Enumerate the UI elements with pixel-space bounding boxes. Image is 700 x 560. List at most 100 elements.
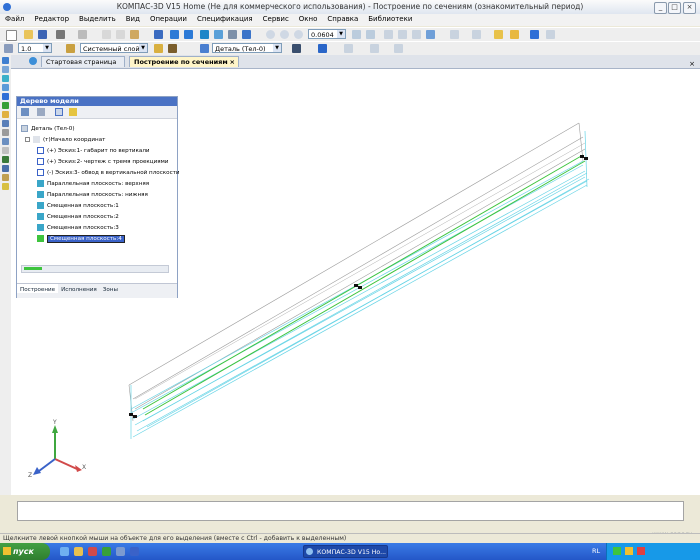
quicklaunch-desktop-icon[interactable] (116, 547, 125, 556)
layer-state-icon[interactable] (154, 44, 163, 53)
menu-item-service[interactable]: Сервис (258, 14, 294, 23)
close-button[interactable]: × (683, 2, 696, 14)
move-handle-icon[interactable] (4, 44, 13, 53)
chevron-down-icon[interactable]: ▼ (43, 44, 51, 52)
tab-zones[interactable]: Зоны (100, 284, 121, 293)
maximize-button[interactable]: □ (668, 2, 681, 14)
print-icon[interactable] (56, 30, 65, 39)
tray-icon-3[interactable] (637, 547, 645, 555)
tree-item-plane-top[interactable]: Параллельная плоскость: верхняя (37, 179, 149, 189)
properties-icon[interactable] (154, 30, 163, 39)
menu-item-specification[interactable]: Спецификация (192, 14, 258, 23)
tree-order-icon[interactable] (37, 108, 45, 116)
layer-icon[interactable] (66, 44, 75, 53)
viewport-close-icon[interactable]: × (688, 60, 696, 68)
copy-icon[interactable] (116, 30, 125, 39)
tree-item-sketch-1[interactable]: (+) Эскиз:1- габарит по вертикали (37, 146, 150, 156)
section-icon[interactable] (494, 30, 503, 39)
pan-icon[interactable] (366, 30, 375, 39)
folder-icon[interactable] (510, 30, 519, 39)
menu-item-window[interactable]: Окно (294, 14, 323, 23)
curves-icon[interactable] (2, 75, 9, 82)
filter-icon[interactable] (472, 30, 481, 39)
calculator-icon[interactable] (546, 30, 555, 39)
orientation-icon[interactable] (384, 30, 393, 39)
wireframe-icon[interactable] (398, 30, 407, 39)
weld-icon[interactable] (2, 174, 9, 181)
surfaces-icon[interactable] (2, 84, 9, 91)
zoom-value-field[interactable]: 0.0604 ▼ (308, 29, 346, 39)
cut-icon[interactable] (102, 30, 111, 39)
elements-icon[interactable] (2, 147, 9, 154)
tree-item-origin[interactable]: (т)Начало координат (25, 135, 105, 145)
shaded-icon[interactable] (426, 30, 435, 39)
tab-start-page[interactable]: Стартовая страница (41, 56, 125, 67)
redo-icon[interactable] (184, 30, 193, 39)
menu-item-file[interactable]: Файл (0, 14, 29, 23)
quicklaunch-app-icon[interactable] (102, 547, 111, 556)
language-indicator[interactable]: RL (592, 547, 600, 555)
minimize-button[interactable]: _ (654, 2, 667, 14)
dimensions-icon[interactable] (2, 156, 9, 163)
tree-item-plane-bottom[interactable]: Параллельная плоскость: нижняя (37, 190, 148, 200)
chevron-down-icon[interactable]: ▼ (337, 30, 345, 38)
tree-item-offset-plane-2[interactable]: Смещенная плоскость:2 (37, 212, 119, 222)
close-tab-icon[interactable]: × (230, 57, 235, 68)
tree-item-offset-plane-4[interactable]: Смещенная плоскость:4 (37, 234, 125, 244)
open-file-icon[interactable] (24, 30, 33, 39)
tree-item-offset-plane-3[interactable]: Смещенная плоскость:3 (37, 223, 119, 233)
edit-part-icon[interactable] (2, 57, 9, 64)
part-icon[interactable] (200, 44, 209, 53)
menu-item-libraries[interactable]: Библиотеки (363, 14, 417, 23)
layer-select[interactable]: Системный слой (0)▼ (80, 43, 148, 63)
preview-icon[interactable] (78, 30, 87, 39)
quicklaunch-folder-icon[interactable] (74, 547, 83, 556)
tree-view-icon[interactable] (69, 108, 77, 116)
expand-icon[interactable] (25, 137, 30, 142)
line-style-icon[interactable] (344, 44, 353, 53)
new-file-icon[interactable] (6, 30, 17, 41)
sketch-icon[interactable] (2, 66, 9, 73)
arrays-icon[interactable] (2, 93, 9, 100)
scrollbar-thumb[interactable] (24, 267, 42, 270)
paste-icon[interactable] (130, 30, 139, 39)
tree-horizontal-scrollbar[interactable] (21, 265, 169, 273)
library-icon[interactable] (228, 30, 237, 39)
tree-mode-icon[interactable] (55, 108, 63, 116)
tab-construction[interactable]: Построение (17, 284, 59, 293)
tree-sort-icon[interactable] (21, 108, 29, 116)
chevron-down-icon[interactable]: ▼ (139, 44, 147, 52)
tray-icon-1[interactable] (613, 547, 621, 555)
quicklaunch-ie-icon[interactable] (60, 547, 69, 556)
aux-geometry-icon[interactable] (2, 102, 9, 109)
tray-icon-2[interactable] (625, 547, 633, 555)
measure-icon[interactable] (2, 111, 9, 118)
zoom-window-icon[interactable] (280, 30, 289, 39)
color-icon[interactable] (168, 44, 177, 53)
display-icon[interactable] (394, 44, 403, 53)
save-file-icon[interactable] (38, 30, 47, 39)
material-icon[interactable] (318, 44, 327, 53)
eraser-icon[interactable] (370, 44, 379, 53)
quicklaunch-media-icon[interactable] (88, 547, 97, 556)
part-select[interactable]: Деталь (Тел-0) ▼ (212, 43, 282, 53)
menu-item-help[interactable]: Справка (322, 14, 363, 23)
tree-item-part[interactable]: Деталь (Тел-0) (21, 124, 75, 134)
tree-item-sketch-2[interactable]: (+) Эскиз:2- чертеж с тремя проекциями (37, 157, 168, 167)
perspective-icon[interactable] (450, 30, 459, 39)
reports-icon[interactable] (2, 138, 9, 145)
menu-item-select[interactable]: Выделить (74, 14, 121, 23)
menu-item-view[interactable]: Вид (121, 14, 145, 23)
chevron-down-icon[interactable]: ▼ (273, 44, 281, 52)
zoom-out-icon[interactable] (294, 30, 303, 39)
tree-item-offset-plane-1[interactable]: Смещенная плоскость:1 (37, 201, 119, 211)
filter-objects-icon[interactable] (2, 120, 9, 127)
quicklaunch-kompas-icon[interactable] (130, 547, 139, 556)
pipe-icon[interactable] (2, 183, 9, 190)
rotate-icon[interactable] (352, 30, 361, 39)
tools-icon[interactable] (530, 30, 539, 39)
line-width-select[interactable]: 1.0 ▼ (18, 43, 52, 53)
appearance-icon[interactable] (292, 44, 301, 53)
undo-icon[interactable] (170, 30, 179, 39)
taskbar-app-kompas[interactable]: КОМПАС-3D V15 Ho... (303, 545, 388, 558)
